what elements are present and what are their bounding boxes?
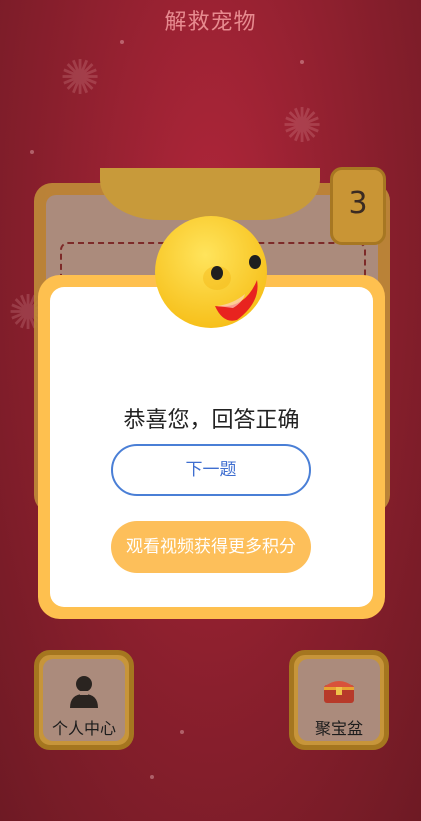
personal-center-label: 个人中心 — [51, 719, 116, 738]
game-screen: ✺ ✺ ✺ 解救宠物 3 恭喜您，回答正确 下一题 观看视频获得更多积分 个人中… — [0, 0, 421, 821]
treasure-bowl-label: 聚宝盆 — [314, 719, 363, 738]
sparkle-dot — [120, 40, 124, 44]
page-title: 解救宠物 — [164, 10, 257, 35]
personal-center-button[interactable]: 个人中心 — [34, 650, 134, 750]
treasure-chest-icon — [294, 675, 384, 709]
firework-decoration: ✺ — [60, 50, 101, 106]
level-lantern: 3 — [330, 167, 386, 245]
sparkle-dot — [150, 775, 154, 779]
smiley-face-icon — [155, 216, 267, 328]
card-flap — [100, 168, 320, 220]
sparkle-dot — [180, 730, 184, 734]
sparkle-dot — [300, 60, 304, 64]
sparkle-dot — [30, 150, 34, 154]
level-number: 3 — [348, 186, 368, 221]
person-icon — [39, 675, 129, 713]
result-message: 恭喜您，回答正确 — [123, 408, 300, 433]
firework-decoration: ✺ — [282, 98, 323, 154]
next-question-button[interactable]: 下一题 — [111, 444, 311, 496]
treasure-bowl-button[interactable]: 聚宝盆 — [289, 650, 389, 750]
watch-video-button[interactable]: 观看视频获得更多积分 — [111, 521, 311, 573]
